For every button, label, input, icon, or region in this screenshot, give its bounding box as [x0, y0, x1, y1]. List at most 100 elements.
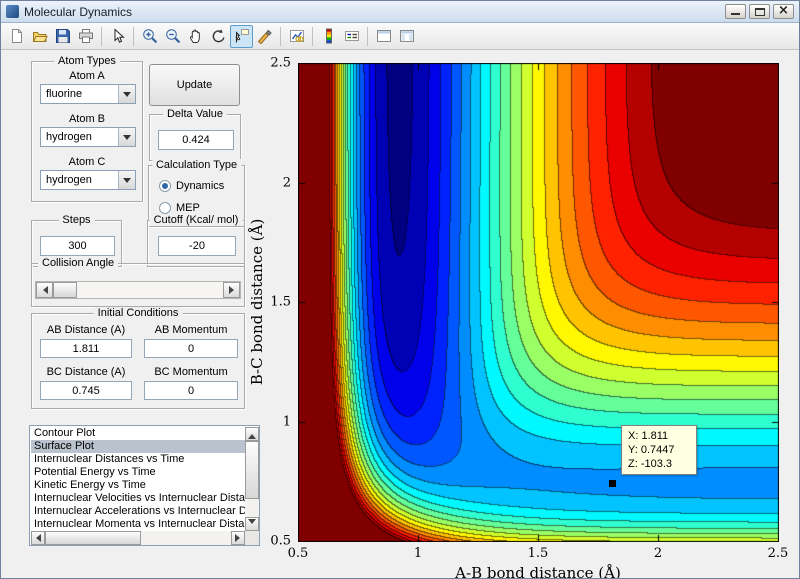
toolbar-separator: [367, 27, 368, 46]
chevron-down-icon: [123, 178, 131, 187]
delta-value-field[interactable]: [158, 130, 234, 150]
edit-plot-button[interactable]: [106, 25, 129, 48]
atom-c-value: hydrogen: [41, 171, 118, 189]
arrow-left-icon: [32, 534, 41, 542]
plot-type-list-items: Contour PlotSurface PlotInternuclear Dis…: [31, 427, 245, 531]
y-tick-label: 2.5: [270, 56, 291, 71]
slider-track[interactable]: [53, 282, 223, 298]
horizontal-scroll-thumb[interactable]: [45, 531, 141, 545]
atom-types-panel-title: Atom Types: [54, 55, 120, 67]
data-tip[interactable]: X: 1.811 Y: 0.7447 Z: -103.3: [621, 425, 697, 475]
steps-field[interactable]: [40, 236, 115, 256]
y-axis-label: B-C bond distance (Å): [248, 219, 266, 386]
zoom-out-button[interactable]: [161, 25, 184, 48]
close-button[interactable]: [773, 4, 794, 19]
hide-plot-tools-button[interactable]: [372, 25, 395, 48]
bc-momentum-label: BC Momentum: [144, 366, 238, 378]
maximize-button[interactable]: [749, 4, 770, 19]
rotate-3d-button[interactable]: [207, 25, 230, 48]
plot-type-option[interactable]: Surface Plot: [31, 440, 245, 453]
data-cursor-marker[interactable]: [609, 480, 616, 487]
open-file-button[interactable]: [28, 25, 51, 48]
atom-c-label: Atom C: [32, 156, 142, 168]
maximize-icon: [755, 8, 765, 16]
legend-icon: [344, 28, 360, 44]
chevron-down-icon: [123, 135, 131, 144]
atom-a-dropdown[interactable]: fluorine: [40, 84, 136, 104]
arrow-right-icon: [229, 286, 238, 294]
atom-a-label: Atom A: [32, 70, 142, 82]
slider-thumb[interactable]: [53, 282, 77, 298]
arrow-up-icon: [248, 430, 256, 439]
ab-momentum-field[interactable]: [144, 339, 238, 358]
slider-right-arrow[interactable]: [223, 282, 240, 298]
x-tick-label: 2.5: [768, 546, 789, 561]
dynamics-radio-label: Dynamics: [176, 180, 224, 192]
insert-colorbar-button[interactable]: [317, 25, 340, 48]
open-folder-icon: [32, 28, 48, 44]
plot-type-option[interactable]: Internuclear Accelerations vs Internucle…: [31, 505, 245, 518]
atom-b-dropdown-button[interactable]: [118, 128, 135, 146]
pan-button[interactable]: [184, 25, 207, 48]
plot-type-option[interactable]: Internuclear Velocities vs Internuclear …: [31, 492, 245, 505]
hand-icon: [188, 28, 204, 44]
new-figure-button[interactable]: [5, 25, 28, 48]
brush-data-button[interactable]: [253, 25, 276, 48]
vertical-scroll-thumb[interactable]: [245, 441, 259, 499]
plot-type-listbox[interactable]: Contour PlotSurface PlotInternuclear Dis…: [29, 425, 260, 546]
dynamics-radio[interactable]: Dynamics: [159, 180, 224, 192]
plot-area: A-B bond distance (Å) X: 1.811 Y: 0.7447…: [298, 63, 779, 542]
radio-selected-icon: [159, 180, 171, 192]
atom-b-label: Atom B: [32, 113, 142, 125]
contour-canvas[interactable]: [298, 63, 779, 542]
plot-type-option[interactable]: Internuclear Distances vs Time: [31, 453, 245, 466]
plot-type-option[interactable]: Kinetic Energy vs Time: [31, 479, 245, 492]
title-bar[interactable]: Molecular Dynamics: [1, 1, 799, 23]
slider-left-arrow[interactable]: [36, 282, 53, 298]
bc-distance-field[interactable]: [40, 381, 132, 400]
chevron-down-icon: [123, 92, 131, 101]
data-tip-z: Z: -103.3: [628, 457, 690, 471]
steps-title: Steps: [58, 214, 94, 226]
bc-distance-label: BC Distance (A): [40, 366, 132, 378]
show-plot-tools-button[interactable]: [395, 25, 418, 48]
atom-a-dropdown-button[interactable]: [118, 85, 135, 103]
save-button[interactable]: [51, 25, 74, 48]
ab-distance-field[interactable]: [40, 339, 132, 358]
plot-type-option[interactable]: Potential Energy vs Time: [31, 466, 245, 479]
x-tick-label: 1.5: [528, 546, 549, 561]
atom-a-value: fluorine: [41, 85, 118, 103]
zoom-in-button[interactable]: [138, 25, 161, 48]
horizontal-scrollbar[interactable]: [31, 531, 245, 545]
update-button[interactable]: Update: [149, 64, 240, 106]
link-plot-button[interactable]: [285, 25, 308, 48]
zoom-in-icon: [142, 28, 158, 44]
atom-b-dropdown[interactable]: hydrogen: [40, 127, 136, 147]
arrow-right-icon: [235, 534, 244, 542]
atom-c-dropdown-button[interactable]: [118, 171, 135, 189]
vertical-scrollbar[interactable]: [245, 427, 259, 531]
bc-momentum-field[interactable]: [144, 381, 238, 400]
plot-type-option[interactable]: Contour Plot: [31, 427, 245, 440]
brush-icon: [257, 28, 273, 44]
atom-b-value: hydrogen: [41, 128, 118, 146]
data-cursor-button[interactable]: [230, 25, 253, 48]
mep-radio[interactable]: MEP: [159, 202, 200, 214]
print-button[interactable]: [74, 25, 97, 48]
collision-angle-slider[interactable]: [35, 281, 241, 299]
cutoff-field[interactable]: [158, 236, 236, 256]
scroll-up-button[interactable]: [245, 427, 259, 441]
scroll-right-button[interactable]: [231, 531, 245, 545]
delta-value-panel: Delta Value: [149, 114, 241, 161]
scroll-left-button[interactable]: [31, 531, 45, 545]
insert-legend-button[interactable]: [340, 25, 363, 48]
initial-conditions-title: Initial Conditions: [94, 307, 183, 319]
data-tip-y: Y: 0.7447: [628, 443, 690, 457]
scroll-down-button[interactable]: [245, 517, 259, 531]
data-tip-x: X: 1.811: [628, 429, 690, 443]
printer-icon: [78, 28, 94, 44]
minimize-button[interactable]: [725, 4, 746, 19]
radio-unselected-icon: [159, 202, 171, 214]
atom-c-dropdown[interactable]: hydrogen: [40, 170, 136, 190]
plot-type-option[interactable]: Internuclear Momenta vs Internuclear Dis…: [31, 518, 245, 531]
